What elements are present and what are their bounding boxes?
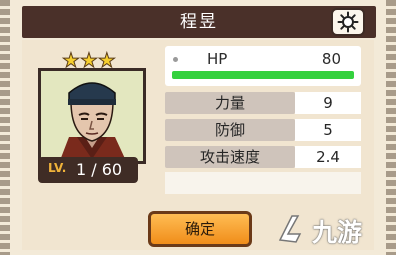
- level-prefix: LV.: [48, 161, 67, 175]
- hp-bar: [172, 71, 354, 79]
- settings-button[interactable]: [331, 8, 365, 36]
- star-icon: ★: [62, 48, 81, 72]
- hp-row: HP 80: [165, 46, 361, 86]
- hero-detail-panel: 程昱 ★★★ LV. 1 / 60 HP 80 力量 9 防御 5 攻击速度 2…: [0, 0, 396, 255]
- empty-stat-row: [165, 172, 361, 194]
- jiuyou-logo-icon: [278, 215, 302, 243]
- hp-value: 80: [321, 50, 341, 68]
- stat-row-defense: 防御 5: [165, 119, 361, 141]
- stat-value: 2.4: [295, 146, 361, 168]
- confirm-button-label: 确定: [184, 220, 215, 238]
- portrait-image: [41, 71, 143, 161]
- stat-label: 力量: [165, 92, 295, 114]
- watermark-text: 九游: [312, 218, 363, 247]
- star-icon: ★: [97, 48, 116, 72]
- stat-row-attack-speed: 攻击速度 2.4: [165, 146, 361, 168]
- sun-icon: [337, 11, 359, 33]
- confirm-button[interactable]: 确定: [148, 211, 252, 247]
- bullet-icon: [173, 57, 178, 62]
- title-bar: 程昱: [22, 6, 376, 38]
- hero-portrait: [38, 68, 146, 164]
- level-value: 1 / 60: [76, 160, 123, 179]
- star-icon: ★: [79, 48, 98, 72]
- hp-label: HP: [207, 50, 228, 68]
- stat-value: 5: [295, 119, 361, 141]
- stat-row-strength: 力量 9: [165, 92, 361, 114]
- level-badge: LV. 1 / 60: [38, 157, 138, 183]
- stat-value: 9: [295, 92, 361, 114]
- stat-label: 攻击速度: [165, 146, 295, 168]
- hero-name-title: 程昱: [180, 12, 218, 32]
- left-border: [0, 0, 10, 255]
- stat-label: 防御: [165, 119, 295, 141]
- right-border: [386, 0, 396, 255]
- hp-bar-fill: [172, 71, 354, 79]
- watermark: 九游: [272, 210, 382, 248]
